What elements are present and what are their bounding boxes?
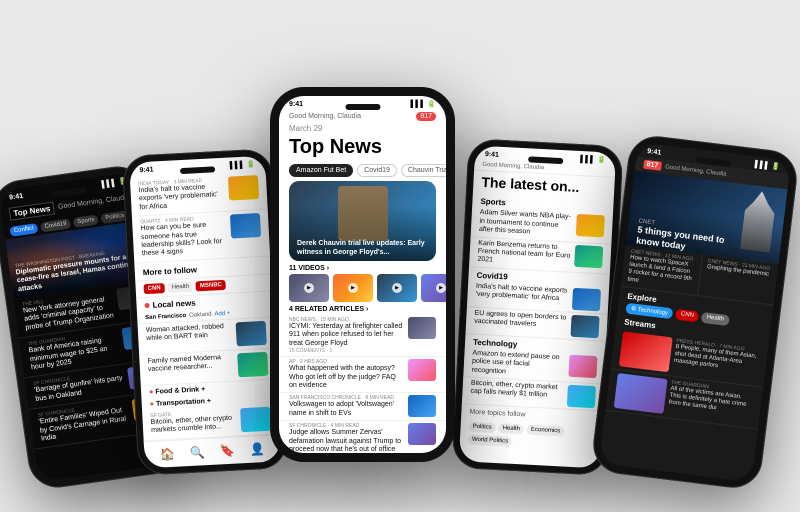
p3-videos-label: 11 VIDEOS › (279, 261, 446, 274)
p3-video-0[interactable]: ▶ (289, 274, 329, 302)
p2-profile-icon[interactable]: 👤 (249, 442, 265, 457)
p4-topic-world[interactable]: World Politics (468, 434, 513, 446)
p3-article-1[interactable]: AP · 2 HRS AGO What happened with the au… (279, 357, 446, 393)
p4-tech-thumb-1 (567, 385, 596, 408)
p3-article-0[interactable]: NBC NEWS · 15 MIN AGO ICYMI: Yesterday a… (279, 315, 446, 357)
p2-local-thumb-1 (237, 352, 268, 378)
status-icons-2: ▌▌▌ 🔋 (230, 160, 256, 169)
notch-3 (345, 104, 380, 110)
status-icons-3: ▌▌▌ 🔋 (410, 100, 436, 108)
p4-topic-economics[interactable]: Economics (527, 425, 565, 437)
p2-thumb-1 (230, 213, 261, 239)
p3-hero-text: Derek Chauvin trial live updates: Early … (289, 236, 436, 261)
p4-sports-thumb-1 (574, 244, 603, 267)
p3-badge: 817 (416, 112, 436, 121)
p3-hero-person (338, 186, 388, 241)
p4-sports-thumb-0 (576, 214, 605, 237)
p5-logo: 817 (643, 160, 662, 171)
phone-2: 9:41 ▌▌▌ 🔋 INDIA TODAY · 3 MIN READ Indi… (122, 148, 289, 475)
p3-art-thumb-0 (408, 317, 436, 339)
p2-health-badge[interactable]: Health (167, 281, 193, 292)
p3-zervas-thumb (408, 423, 436, 445)
p3-video-strip: ▶ ▶ ▶ ▶ (279, 274, 446, 302)
p2-thumb-0 (228, 175, 259, 201)
p3-video-2[interactable]: ▶ (377, 274, 417, 302)
p4-topic-health[interactable]: Health (498, 423, 524, 434)
p3-video-3[interactable]: ▶ (421, 274, 446, 302)
p3-tab-chauvin[interactable]: Chauvin Trial (401, 164, 446, 177)
p2-home-icon[interactable]: 🏠 (160, 447, 176, 462)
p2-search-icon[interactable]: 🔍 (189, 445, 205, 460)
p3-vw-thumb (408, 395, 436, 417)
time-4: 9:41 (485, 151, 499, 159)
phone-3: 9:41 ▌▌▌ 🔋 Good Morning, Claudia 817 Mar… (270, 87, 455, 462)
p5-stream-thumb-1 (614, 373, 668, 414)
p2-local-thumb-0 (236, 321, 267, 347)
p3-story-volkswagen[interactable]: SAN FRANCISCO CHRONICLE · 8 MIN READ Vol… (279, 393, 446, 421)
p3-tab-covid[interactable]: Covid19 (357, 164, 397, 177)
p3-art-thumb-1 (408, 359, 436, 381)
p2-bottom-nav: 🏠 🔍 🔖 👤 (144, 434, 281, 468)
phone-5: 9:41 ▌▌▌ 🔋 817 Good Morning, Claudia CNE… (590, 133, 800, 491)
p2-nbc-badge[interactable]: MSNBC (196, 280, 226, 292)
p3-hero[interactable]: Derek Chauvin trial live updates: Early … (289, 181, 436, 261)
p3-story-zervas[interactable]: SF CHRONICLE · 4 MIN READ Judge allows S… (279, 421, 446, 453)
p3-greeting: Good Morning, Claudia (289, 113, 361, 120)
p3-title: Top News (279, 134, 446, 162)
status-icons-5: ▌▌▌ 🔋 (754, 160, 780, 171)
p3-tab-amazon[interactable]: Amazon Fut Bet (289, 164, 353, 177)
p4-topic-politics[interactable]: Politics (468, 421, 496, 432)
p1-logo: Top News (9, 202, 56, 221)
p2-cnn-badge[interactable]: CNN (143, 283, 164, 294)
time-1: 9:41 (9, 192, 24, 201)
p5-stream-thumb-0 (619, 331, 673, 372)
p3-video-1[interactable]: ▶ (333, 274, 373, 302)
time-3: 9:41 (289, 101, 303, 108)
p2-transport-thumb (240, 406, 271, 432)
p4-tech-thumb-0 (568, 354, 597, 377)
p3-top-bar: Good Morning, Claudia 817 (279, 110, 446, 123)
p2-bookmark-icon[interactable]: 🔖 (219, 443, 235, 458)
p4-covid-thumb-1 (571, 315, 600, 338)
time-2: 9:41 (139, 166, 153, 174)
p3-date: March 29 (279, 123, 446, 134)
p5-rocket-shape (740, 189, 777, 252)
p3-articles-label: 4 RELATED ARTICLES › (279, 302, 446, 315)
p4-covid-thumb-0 (572, 288, 601, 311)
status-icons-4: ▌▌▌ 🔋 (580, 155, 606, 164)
time-5: 9:41 (647, 148, 662, 157)
p2-story-1[interactable]: QUARTZ · 4 MIN READ How can you be sure … (132, 210, 270, 264)
p3-tabs: Amazon Fut Bet Covid19 Chauvin Trial Spo… (279, 162, 446, 181)
